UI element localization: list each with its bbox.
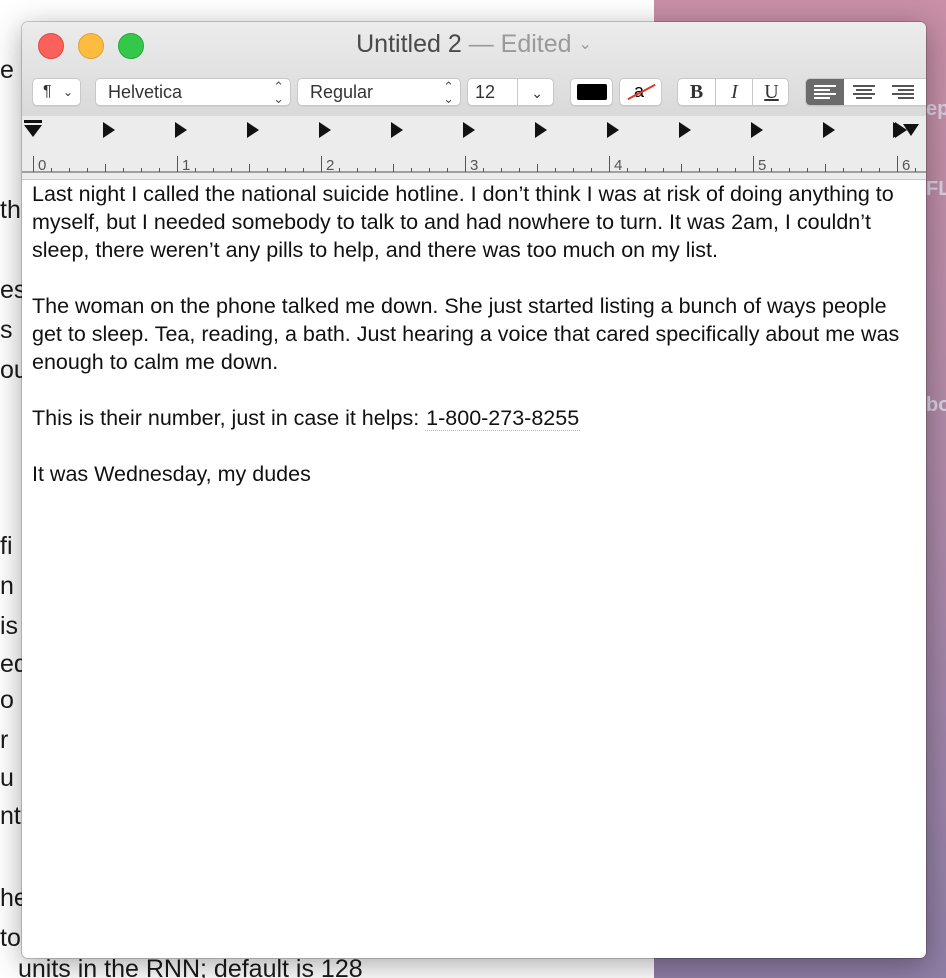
- tab-stop-marker: [823, 122, 835, 138]
- ruler-scale: 0 1 2 3 4 5 6: [22, 120, 926, 174]
- ruler-label: 6: [902, 157, 910, 174]
- background-text-fragment: s: [0, 316, 13, 344]
- italic-button[interactable]: I: [716, 79, 753, 105]
- text-color-well[interactable]: [570, 78, 613, 106]
- background-text-fragment: units in the RNN; default is 128: [18, 955, 363, 978]
- background-text-fragment: o: [0, 686, 14, 714]
- background-text-fragment: fi: [0, 532, 13, 560]
- ruler-label: 3: [470, 157, 478, 174]
- chevron-down-icon[interactable]: ⌄: [531, 80, 543, 106]
- phone-number-link[interactable]: 1-800-273-8255: [425, 406, 581, 431]
- background-color-well[interactable]: a: [619, 78, 662, 106]
- align-center-button[interactable]: [845, 79, 883, 105]
- edited-status: Edited: [500, 30, 572, 58]
- tab-stop-marker: [391, 122, 403, 138]
- tab-stop-marker: [679, 122, 691, 138]
- tab-stop-marker: [463, 122, 475, 138]
- background-right-fragment: FL: [926, 178, 946, 200]
- align-right-button[interactable]: [884, 79, 922, 105]
- align-left-button[interactable]: [806, 79, 844, 105]
- background-text-fragment: e: [0, 56, 14, 84]
- font-size-combo[interactable]: 12 ⌄: [467, 78, 554, 106]
- tab-stop-marker: [751, 122, 763, 138]
- font-style-popup[interactable]: Regular ⌃ ⌄: [297, 78, 461, 106]
- background-right-fragment: ep: [926, 98, 946, 120]
- up-down-chevron-icon: ⌃ ⌄: [443, 79, 454, 106]
- paragraph: This is their number, just in case it he…: [32, 404, 912, 432]
- pilcrow-icon: ¶: [43, 83, 52, 100]
- title-separator: —: [468, 30, 494, 58]
- tab-stop-marker: [175, 122, 187, 138]
- textedit-window: Untitled 2 — Edited ⌄ ¶ ⌄ Helvetica ⌃ ⌄ R…: [22, 22, 926, 958]
- background-text-fragment: r: [0, 726, 9, 754]
- paragraph-styles-button[interactable]: ¶ ⌄: [32, 78, 81, 106]
- bold-button[interactable]: B: [678, 79, 715, 105]
- ruler-label: 4: [614, 157, 622, 174]
- font-family-popup[interactable]: Helvetica ⌃ ⌄: [95, 78, 291, 106]
- underline-button[interactable]: U: [753, 79, 790, 105]
- background-text-fragment: to: [0, 924, 21, 952]
- background-text-fragment: th: [0, 196, 21, 224]
- chevron-down-icon: ⌄: [62, 85, 73, 99]
- paragraph-text: This is their number, just in case it he…: [32, 406, 420, 430]
- font-family-value: Helvetica: [108, 82, 183, 102]
- tab-stop-marker: [103, 122, 115, 138]
- document-text-area[interactable]: Last night I called the national suicide…: [32, 180, 912, 516]
- background-text-fragment: u: [0, 764, 14, 792]
- tab-stop-marker: [247, 122, 259, 138]
- ruler-label: 0: [38, 157, 46, 174]
- background-right-fragment: bo: [926, 394, 946, 416]
- combo-divider: [517, 79, 518, 105]
- up-down-chevron-icon: ⌃ ⌄: [273, 79, 284, 106]
- title-bar[interactable]: Untitled 2 — Edited ⌄ ¶ ⌄ Helvetica ⌃ ⌄ R…: [22, 22, 926, 117]
- tab-stop-marker: [319, 122, 331, 138]
- ruler-label: 2: [326, 157, 334, 174]
- left-indent-marker: [24, 125, 42, 137]
- paragraph: It was Wednesday, my dudes: [32, 462, 311, 486]
- paragraph: The woman on the phone talked me down. S…: [32, 294, 900, 374]
- tab-stop-marker: [893, 122, 905, 138]
- background-text-fragment: is: [0, 612, 19, 640]
- document-title: Untitled 2: [356, 30, 462, 58]
- background-text-fragment: nt: [0, 802, 21, 830]
- font-style-value: Regular: [310, 82, 374, 102]
- tab-stop-marker: [535, 122, 547, 138]
- chevron-down-icon[interactable]: ⌄: [578, 34, 591, 54]
- text-style-segmented-control: B I U: [677, 78, 789, 106]
- tab-stop-marker: [607, 122, 619, 138]
- alignment-segmented-control: [805, 78, 926, 106]
- first-line-indent-marker: [24, 120, 42, 123]
- ruler-label: 1: [182, 157, 190, 174]
- window-title[interactable]: Untitled 2 — Edited ⌄: [22, 30, 926, 59]
- paragraph: Last night I called the national suicide…: [32, 182, 894, 262]
- ruler-label: 5: [758, 157, 766, 174]
- ruler[interactable]: 0 1 2 3 4 5 6: [22, 116, 926, 180]
- text-color-swatch: [577, 84, 607, 100]
- background-text-fragment: n: [0, 572, 14, 600]
- font-size-value: 12: [475, 82, 496, 102]
